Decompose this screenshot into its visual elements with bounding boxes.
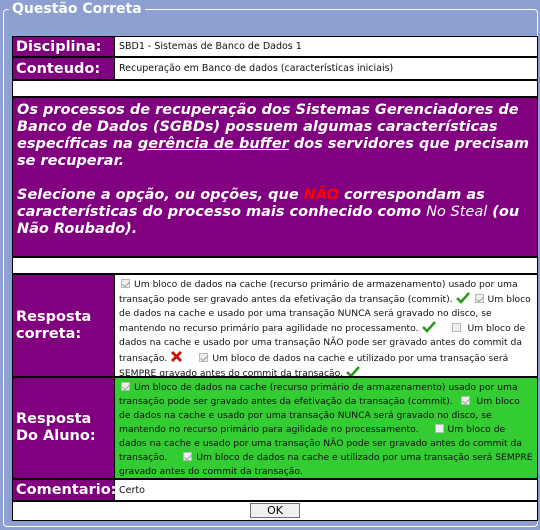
x-mark-icon <box>171 350 183 363</box>
spacer-row-2 <box>12 257 538 274</box>
resposta-aluno-label: Resposta Do Aluno: <box>12 377 115 479</box>
resposta-correta-label: Resposta correta: <box>12 274 115 377</box>
checkbox[interactable] <box>199 353 209 362</box>
conteudo-row: Conteudo: Recuperação em Banco de dados … <box>12 57 538 80</box>
nao-emphasis: NÃO <box>303 187 339 203</box>
resposta-aluno-options: Um bloco de dados na cache (recurso prim… <box>115 377 538 479</box>
disciplina-value: SBD1 - Sistemas de Banco de Dados 1 <box>115 36 538 57</box>
question-paragraph-1: Os processos de recuperação dos Sistemas… <box>17 102 529 169</box>
comentario-value: Certo <box>115 479 538 501</box>
checkbox[interactable] <box>121 279 130 288</box>
ok-button[interactable]: OK <box>250 503 300 518</box>
resposta-correta-row: Resposta correta: Um bloco de dados na c… <box>12 274 538 377</box>
question-text: Os processos de recuperação dos Sistemas… <box>12 97 538 257</box>
fieldset-legend: Questão Correta <box>9 0 145 18</box>
check-icon <box>346 366 360 376</box>
buffer-term: gerência de buffer <box>137 136 289 152</box>
comentario-label: Comentario: <box>12 479 116 501</box>
option-text: Um bloco de dados na cache (recurso prim… <box>119 382 518 407</box>
checkbox[interactable] <box>474 294 484 303</box>
option-text: Um bloco de dados na cache e utilizado p… <box>119 452 533 477</box>
check-icon <box>421 321 436 333</box>
checkbox[interactable] <box>460 396 470 405</box>
check-icon <box>455 292 470 304</box>
resposta-aluno-row: Resposta Do Aluno: Um bloco de dados na … <box>12 377 538 479</box>
spacer-row <box>12 80 538 97</box>
checkbox[interactable] <box>451 323 461 332</box>
checkbox[interactable] <box>434 424 444 433</box>
disciplina-label: Disciplina: <box>12 36 115 57</box>
checkbox[interactable] <box>121 382 130 391</box>
conteudo-value: Recuperação em Banco de dados (caracterí… <box>115 57 538 80</box>
disciplina-row: Disciplina: SBD1 - Sistemas de Banco de … <box>12 36 538 57</box>
comentario-row: Comentario: Certo <box>12 479 538 501</box>
conteudo-label: Conteudo: <box>12 57 115 80</box>
checkbox[interactable] <box>183 452 193 461</box>
question-paragraph-2: Selecione a opção, ou opções, que NÃO co… <box>17 187 520 237</box>
resposta-correta-options: Um bloco de dados na cache (recurso prim… <box>115 274 538 377</box>
